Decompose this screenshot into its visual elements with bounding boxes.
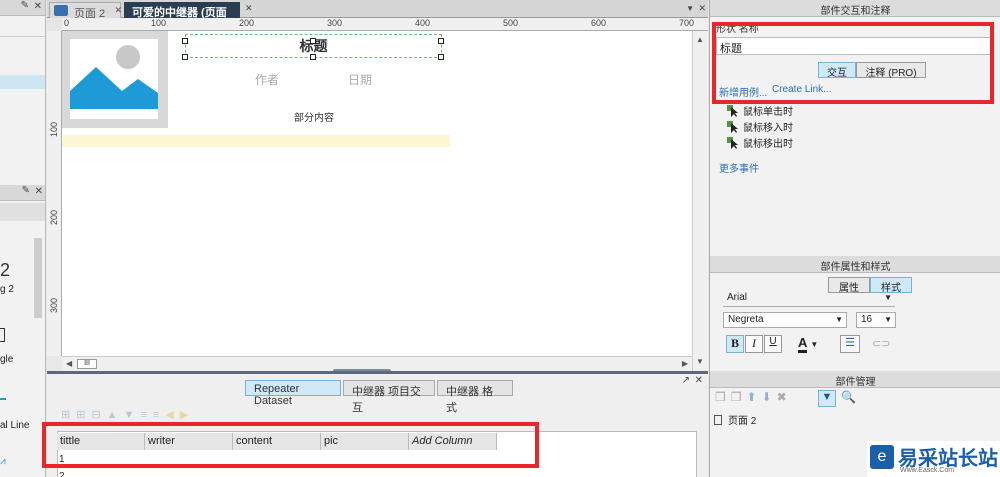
tab-repeater-dataset[interactable]: Repeater Dataset	[245, 380, 341, 407]
link-icon[interactable]: ⊂⊃	[872, 337, 890, 350]
font-size-select[interactable]: 16 ▼	[856, 312, 896, 328]
content-text[interactable]: 部分内容	[294, 109, 334, 124]
paste-icon: ❐	[730, 390, 747, 404]
insert-row-icon: ⊞	[61, 409, 77, 421]
scroll-left-icon[interactable]: ◀	[66, 359, 72, 368]
resize-handle[interactable]	[182, 38, 188, 44]
resize-handle[interactable]	[438, 54, 444, 60]
page-icon	[54, 5, 68, 16]
document-tabbar: 页面 2 ✕ 可爱的中继器 (页面 2) ✕ ▼ ✕	[47, 0, 708, 32]
widget-fragment: gle	[0, 354, 14, 365]
row-number[interactable]: 2	[59, 471, 65, 477]
redo-icon: ▶	[179, 409, 195, 421]
up-icon: ⬆	[746, 390, 762, 404]
tab-close-icon[interactable]: ✕	[114, 5, 122, 16]
manager-toolbar[interactable]: ❐❐⬆⬇✖	[715, 390, 792, 404]
resize-handle[interactable]	[310, 54, 316, 60]
widget-fragment: al Line	[0, 420, 30, 431]
right-panel: 部件交互和注释 形状 名称 标题 交互 注释 (PRO) 新增用例... Cre…	[709, 0, 1000, 477]
move-down-icon: ▼	[123, 409, 141, 421]
interaction-header: 部件交互和注释	[710, 0, 1000, 17]
tab-close-icon[interactable]: ✕	[245, 3, 253, 14]
vertical-scrollbar[interactable]: ▲ ▼	[692, 31, 708, 371]
page-icon	[714, 415, 722, 425]
close-icon[interactable]: ✕	[35, 186, 43, 197]
repeater-bounds[interactable]	[62, 135, 450, 147]
left-panel: ✎ ✕ ✎ ✕ 2 g 2 gle al Line ⩘	[0, 0, 46, 477]
tab-repeater-style[interactable]: 中继器 格式	[437, 380, 513, 414]
more-events-link[interactable]: 更多事件	[719, 160, 759, 175]
event-mouse-leave[interactable]: 鼠标移出时	[727, 135, 793, 150]
dataset-toolbar[interactable]: ⊞⊞⊟▲▼≡≡◀▶	[61, 408, 194, 421]
bullet-list-icon[interactable]: ☰	[840, 335, 860, 353]
widget-fragment: g 2	[0, 284, 14, 295]
resize-handle[interactable]	[438, 38, 444, 44]
tab-page2[interactable]: 页面 2 ✕	[49, 2, 122, 20]
align-icon: ≡	[140, 409, 153, 421]
close-icon[interactable]: ✕	[695, 375, 703, 386]
design-canvas[interactable]: 标题 作者 日期 部分内容	[62, 31, 692, 356]
scroll-up-icon[interactable]: ▲	[696, 35, 704, 44]
close-icon[interactable]: ✕	[698, 3, 706, 14]
image-icon	[70, 39, 158, 119]
selected-page-row[interactable]	[0, 75, 45, 89]
delete-icon: ✖	[776, 390, 792, 404]
chevron-down-icon: ▼	[810, 340, 819, 349]
event-mouse-enter[interactable]: 鼠标移入时	[727, 119, 793, 134]
chevron-down-icon: ▼	[835, 315, 843, 324]
resize-handle[interactable]	[182, 54, 188, 60]
highlight-box	[42, 422, 539, 468]
watermark: e 易采站长站 Www.Easck.Com	[867, 441, 1000, 477]
insert-column-icon: ⊞	[76, 409, 92, 421]
widget-fragment: 2	[0, 260, 11, 280]
italic-button[interactable]: I	[745, 335, 763, 353]
underline-button[interactable]: U	[764, 335, 782, 353]
undo-icon: ◀	[165, 409, 180, 421]
pin-icon[interactable]: ↗	[682, 375, 690, 386]
repeater-panel: ↗ ✕ Repeater Dataset 中继器 项目交互 中继器 格式 ⊞⊞⊟…	[42, 371, 708, 477]
pin-icon[interactable]: ✎	[21, 0, 29, 11]
delete-row-icon: ⊟	[91, 409, 107, 421]
close-icon[interactable]: ✕	[34, 1, 42, 12]
event-cursor-icon	[727, 105, 739, 117]
date-text[interactable]: 日期	[348, 71, 372, 88]
chevron-down-icon: ▼	[884, 293, 892, 302]
down-icon: ⬇	[761, 390, 777, 404]
properties-header: 部件属性和样式	[710, 256, 1000, 273]
font-weight-select[interactable]: Negreta ▼	[723, 312, 847, 328]
event-cursor-icon	[727, 121, 739, 133]
image-placeholder[interactable]	[62, 31, 168, 128]
font-color-button[interactable]: A ▼	[798, 335, 828, 353]
tab-repeater-page[interactable]: 可爱的中继器 (页面 2)	[124, 2, 240, 32]
watermark-logo-icon: e	[870, 445, 894, 469]
event-click[interactable]: 鼠标单击时	[727, 103, 793, 118]
left-scrollbar[interactable]	[34, 238, 42, 318]
move-up-icon: ▲	[106, 409, 124, 421]
chevron-down-icon: ▼	[884, 315, 892, 324]
font-family-select[interactable]: Arial ▼	[723, 291, 895, 307]
tab-repeater-interaction[interactable]: 中继器 项目交互	[343, 380, 435, 414]
resize-handle[interactable]	[310, 38, 316, 44]
scroll-down-icon[interactable]: ▼	[696, 357, 704, 366]
highlight-box	[712, 22, 994, 104]
author-text[interactable]: 作者	[255, 71, 279, 88]
scroll-right-icon[interactable]: ▶	[682, 359, 688, 368]
ruler-vertical: 100 200 300	[47, 31, 62, 356]
event-cursor-icon	[727, 137, 739, 149]
ruler-horizontal: 0 100 200 300 400 500 600 700	[62, 18, 708, 31]
align-icon: ≡	[152, 409, 166, 421]
page-node[interactable]: 页面 2	[714, 412, 756, 427]
copy-icon: ❐	[715, 390, 731, 404]
manager-header: 部件管理	[710, 371, 1000, 388]
search-icon[interactable]: 🔍	[841, 390, 856, 404]
tab-list-icon[interactable]: ▼	[686, 4, 694, 13]
pages-panel-header: ✎ ✕	[0, 0, 45, 16]
scroll-thumb[interactable]: III	[77, 359, 97, 369]
widgets-panel-header: ✎ ✕	[0, 185, 45, 201]
pin-icon[interactable]: ✎	[22, 185, 30, 196]
filter-icon[interactable]: ▼	[818, 390, 836, 407]
bold-button[interactable]: B	[726, 335, 744, 353]
